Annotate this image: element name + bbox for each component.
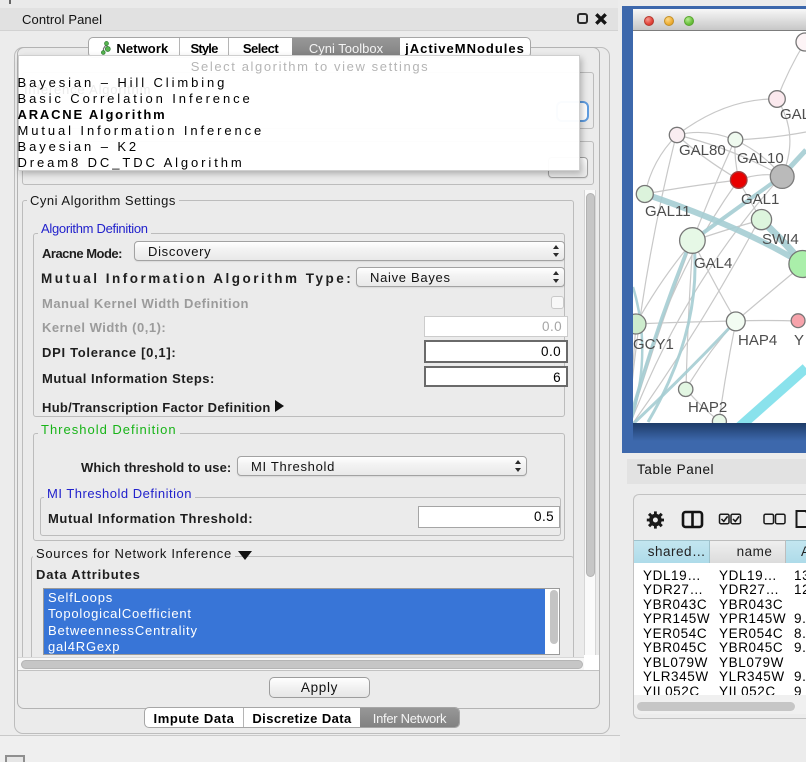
svg-text:HAP2: HAP2 [688,399,727,416]
svg-text:GCY1: GCY1 [633,336,674,353]
svg-text:GAL7: GAL7 [780,106,806,123]
svg-text:GAL1: GAL1 [741,191,779,208]
svg-text:SWI4: SWI4 [762,231,799,248]
svg-text:GAL80: GAL80 [679,142,726,159]
svg-text:GAL11: GAL11 [645,203,691,220]
svg-text:GAL4: GAL4 [694,255,732,272]
svg-text:HAP4: HAP4 [738,332,777,349]
svg-text:GAL10: GAL10 [737,150,784,167]
svg-text:Y: Y [794,332,804,349]
